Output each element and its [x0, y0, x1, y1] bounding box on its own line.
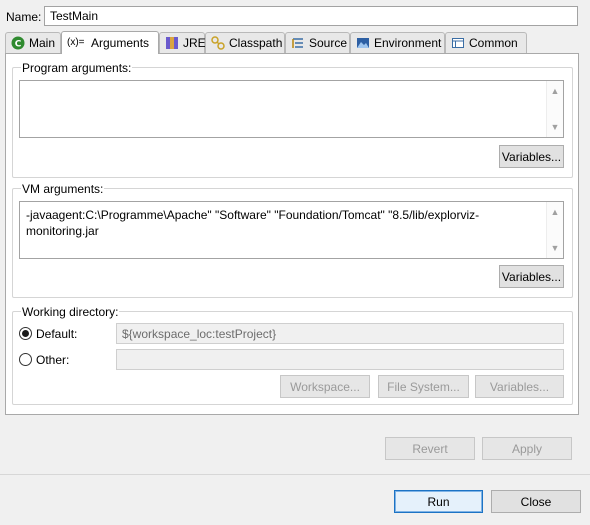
classpath-icon	[211, 36, 225, 50]
tab-jre-label: JRE	[183, 36, 206, 50]
environment-icon	[356, 36, 370, 50]
workspace-button[interactable]: Workspace...	[280, 375, 370, 398]
name-label: Name:	[6, 10, 42, 24]
vm-arguments-line-2: monitoring.jar	[26, 224, 99, 238]
arguments-panel: Program arguments: ▲ ▼ Variables... VM a…	[5, 53, 579, 415]
other-label[interactable]: Other:	[36, 353, 69, 367]
vm-variables-button[interactable]: Variables...	[499, 265, 564, 288]
tab-jre[interactable]: JRE	[159, 32, 206, 53]
run-button[interactable]: Run	[394, 490, 483, 513]
tab-strip: C Main (x)= Arguments JRE Classpath Sour…	[5, 31, 579, 54]
other-directory-field[interactable]	[116, 349, 564, 370]
vm-arguments-line-1: -javaagent:C:\Programme\Apache" "Softwar…	[26, 208, 480, 222]
tab-environment-label: Environment	[374, 36, 442, 50]
scroll-up-icon[interactable]: ▲	[547, 86, 563, 96]
main-icon: C	[11, 36, 25, 50]
vm-arguments-scrollbar[interactable]: ▲ ▼	[546, 202, 563, 258]
scroll-down-icon[interactable]: ▼	[547, 122, 563, 132]
working-directory-title: Working directory:	[21, 305, 120, 319]
tab-source-label: Source	[309, 36, 348, 50]
other-radio[interactable]	[19, 353, 32, 366]
working-directory-variables-button[interactable]: Variables...	[475, 375, 564, 398]
tab-arguments-label: Arguments	[91, 36, 150, 50]
tab-environment[interactable]: Environment	[350, 32, 445, 53]
name-input[interactable]	[44, 6, 578, 26]
jre-icon	[165, 36, 179, 50]
close-button[interactable]: Close	[491, 490, 581, 513]
footer-divider	[0, 474, 590, 475]
vm-arguments-title: VM arguments:	[21, 182, 105, 196]
tab-arguments[interactable]: (x)= Arguments	[61, 31, 159, 54]
apply-button[interactable]: Apply	[482, 437, 572, 460]
svg-text:C: C	[15, 40, 22, 50]
file-system-button[interactable]: File System...	[378, 375, 469, 398]
tab-common-label: Common	[469, 36, 518, 50]
tab-main[interactable]: C Main	[5, 32, 61, 53]
program-variables-button[interactable]: Variables...	[499, 145, 564, 168]
tab-classpath-label: Classpath	[229, 36, 283, 50]
arguments-icon: (x)=	[67, 37, 85, 48]
scroll-down-icon[interactable]: ▼	[547, 243, 563, 253]
source-icon	[291, 36, 305, 50]
vm-arguments-textarea[interactable]: -javaagent:C:\Programme\Apache" "Softwar…	[19, 201, 564, 259]
default-directory-field: ${workspace_loc:testProject}	[116, 323, 564, 344]
scroll-up-icon[interactable]: ▲	[547, 207, 563, 217]
default-radio[interactable]	[19, 327, 32, 340]
default-label[interactable]: Default:	[36, 327, 77, 341]
vm-arguments-text: -javaagent:C:\Programme\Apache" "Softwar…	[26, 207, 541, 239]
working-directory-group: Working directory: Default: ${workspace_…	[12, 305, 573, 405]
program-arguments-scrollbar[interactable]: ▲ ▼	[546, 81, 563, 137]
revert-button[interactable]: Revert	[385, 437, 475, 460]
program-arguments-textarea[interactable]: ▲ ▼	[19, 80, 564, 138]
tab-main-label: Main	[29, 36, 56, 50]
vm-arguments-group: VM arguments: -javaagent:C:\Programme\Ap…	[12, 182, 573, 298]
tab-common[interactable]: Common	[445, 32, 527, 53]
program-arguments-title: Program arguments:	[21, 61, 133, 75]
tab-classpath[interactable]: Classpath	[205, 32, 285, 53]
tab-source[interactable]: Source	[285, 32, 350, 53]
program-arguments-group: Program arguments: ▲ ▼ Variables...	[12, 61, 573, 178]
common-icon	[451, 36, 465, 50]
